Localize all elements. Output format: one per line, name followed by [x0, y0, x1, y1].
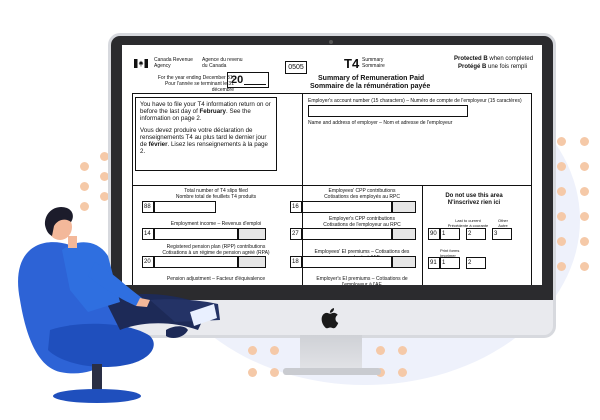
filing-notice-fr: Vous devez produire votre déclaration de…	[140, 126, 268, 156]
filing-notice-en: You have to file your T4 information ret…	[140, 101, 271, 123]
no-use-col-label-1: Last to current Précédente à courante	[447, 218, 489, 228]
year-underline	[244, 84, 266, 85]
cpp-employer-input[interactable]	[302, 228, 392, 240]
field-label-rpp: Registered pension plan (RPP) contributi…	[162, 244, 270, 256]
cpp-employees-cents[interactable]	[392, 201, 416, 213]
ei-employees-cents[interactable]	[392, 256, 416, 268]
code-20: 20	[142, 256, 154, 268]
field-label-cpp-employer: Employer's CPP contributions Cotisations …	[323, 216, 401, 228]
protected-notice-en: Protected B when completed	[454, 56, 534, 62]
employer-name-label: Name and address of employer – Nom et ad…	[308, 120, 453, 126]
employer-account-input[interactable]	[308, 105, 468, 117]
apple-logo-icon	[321, 308, 339, 329]
year-label-fr: Pour l'année se terminant le 31 décembre	[164, 81, 234, 93]
monitor-stand-neck	[300, 335, 362, 371]
code-88: 88	[142, 201, 154, 213]
no-use-box-1: 1	[440, 228, 460, 240]
total-slips-input[interactable]	[154, 201, 216, 213]
monitor-stand-base	[283, 368, 381, 375]
code-90: 90	[428, 228, 440, 240]
ei-employees-input[interactable]	[302, 256, 392, 268]
no-use-box-3: 3	[492, 228, 512, 240]
no-use-box-4: 1	[440, 257, 460, 269]
t4-form-screen: Canada Revenue Agency Agence du revenu d…	[122, 45, 542, 285]
field-label-ei-employer: Employer's EI premiums – Cotisations de …	[316, 276, 408, 285]
field-label-cpp-employees: Employees' CPP contributions Cotisations …	[324, 188, 400, 200]
no-use-box-2: 2	[466, 228, 486, 240]
no-use-box-5: 2	[466, 257, 486, 269]
agency-name-fr: Agence du revenu du Canada	[202, 57, 243, 69]
form-title: T4	[344, 56, 360, 71]
summary-title-en: Summary of Remuneration Paid	[318, 75, 425, 82]
code-27: 27	[290, 228, 302, 240]
protected-notice-fr: Protégé B une fois rempli	[458, 64, 528, 70]
form-divider-horizontal	[132, 185, 532, 186]
code-18: 18	[290, 256, 302, 268]
filing-notice: You have to file your T4 information ret…	[135, 97, 277, 171]
employment-income-cents[interactable]	[238, 228, 266, 240]
employer-account-label: Employer's account number (15 characters…	[308, 98, 522, 104]
camera-icon	[329, 40, 333, 44]
field-label-slips: Total number of T4 slips filed Nombre tot…	[175, 188, 257, 200]
no-use-col-label-2: Other Autre	[497, 218, 508, 228]
no-use-area-title: Do not use this area N'inscrivez rien ici	[445, 193, 503, 206]
rpp-cents[interactable]	[238, 256, 266, 268]
rpp-input[interactable]	[154, 256, 238, 268]
canada-flag-icon	[134, 59, 148, 68]
cpp-employees-input[interactable]	[302, 201, 392, 213]
code-16: 16	[290, 201, 302, 213]
employment-income-input[interactable]	[154, 228, 238, 240]
form-subtitle: Summary Sommaire	[362, 57, 385, 69]
field-label-pension-adjustment: Pension adjustment – Facteur d'équivalen…	[166, 276, 266, 282]
form-code: 0505	[285, 61, 307, 74]
year-label: For the year ending December 31, Pour l'…	[144, 75, 234, 93]
year-field[interactable]: 20	[227, 72, 269, 88]
summary-title-fr: Sommaire de la rémunération payée	[310, 83, 431, 90]
code-14: 14	[142, 228, 154, 240]
cpp-employer-cents[interactable]	[392, 228, 416, 240]
code-91: 91	[428, 257, 440, 269]
field-label-employment-income: Employment income – Revenus d'emploi	[170, 221, 262, 227]
form-divider-vertical-right	[422, 185, 423, 285]
